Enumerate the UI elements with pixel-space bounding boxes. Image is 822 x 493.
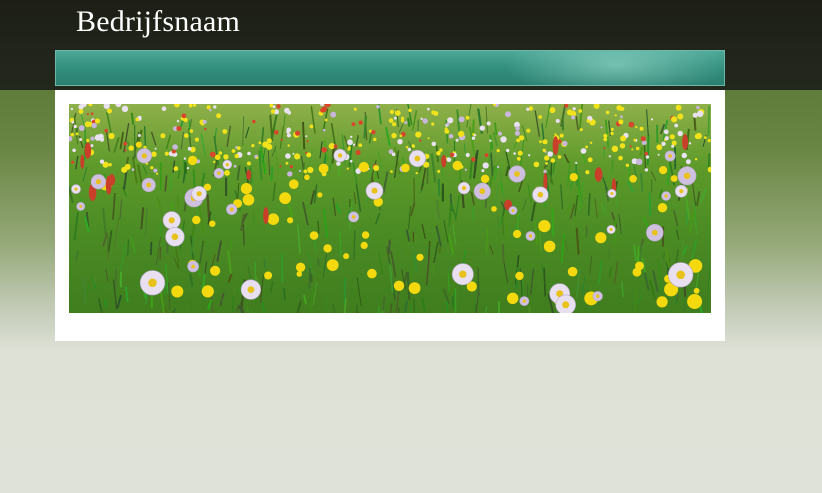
site-title[interactable]: Bedrijfsnaam xyxy=(76,4,240,40)
banner-image-wildflower-meadow xyxy=(69,104,711,313)
main-content-panel xyxy=(55,90,725,341)
main-navigation-bar[interactable] xyxy=(55,50,725,86)
meadow-illustration xyxy=(69,104,711,313)
